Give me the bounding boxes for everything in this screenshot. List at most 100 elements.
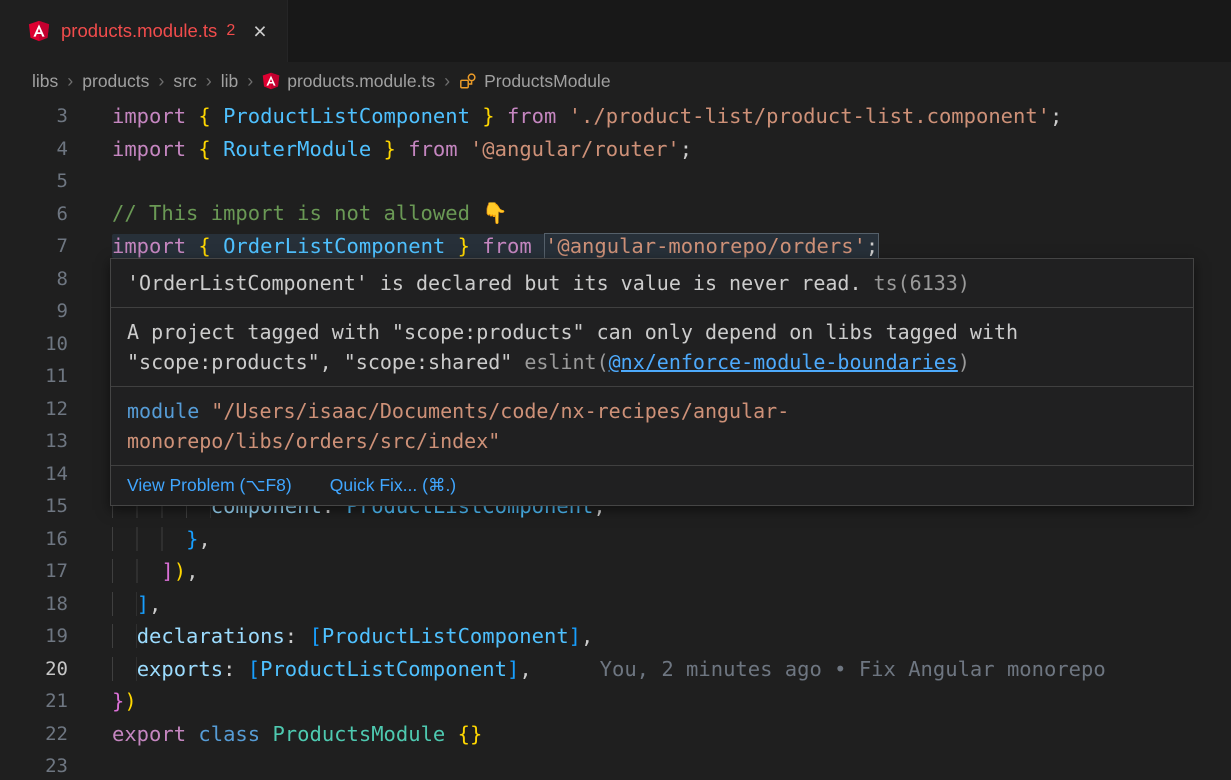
line-number[interactable]: 20 (0, 658, 68, 680)
code-line[interactable]: 19 declarations: [ProductListComponent], (0, 620, 1231, 653)
code-token (186, 137, 198, 161)
code-token (211, 104, 223, 128)
breadcrumb-item-libs[interactable]: libs (32, 71, 58, 92)
code-line[interactable]: 4import { RouterModule } from '@angular/… (0, 133, 1231, 166)
line-number[interactable]: 4 (0, 138, 68, 160)
code-line[interactable]: 21}) (0, 685, 1231, 718)
breadcrumb-label: src (173, 71, 196, 92)
code-token: "scope:products", "scope:shared" (127, 350, 512, 374)
code-token: ProductListComponent (322, 624, 569, 648)
line-content: ], (112, 592, 161, 616)
angular-icon (262, 72, 280, 90)
code-line[interactable]: 22export class ProductsModule {} (0, 718, 1231, 751)
line-number[interactable]: 22 (0, 723, 68, 745)
breadcrumb-separator: › (206, 71, 212, 92)
code-token: from (408, 137, 457, 161)
code-token: } (482, 104, 494, 128)
hover-line: "scope:products", "scope:shared" eslint(… (127, 347, 1177, 377)
code-token: eslint( (512, 350, 608, 374)
line-content: // This import is not allowed 👇 (112, 201, 508, 226)
breadcrumb-item-lib[interactable]: lib (221, 71, 239, 92)
line-number[interactable]: 5 (0, 170, 68, 192)
code-token (470, 234, 482, 258)
line-content: }) (112, 689, 137, 713)
angular-icon (28, 20, 50, 42)
code-token (112, 592, 137, 616)
editor: 3import { ProductListComponent } from '.… (0, 100, 1231, 780)
code-token: ) (124, 689, 136, 713)
code-token: './product-list/product-list.component' (569, 104, 1050, 128)
close-icon[interactable]: × (253, 20, 266, 43)
line-number[interactable]: 10 (0, 333, 68, 355)
hover-action[interactable]: View Problem (⌥F8) (127, 475, 292, 496)
line-number[interactable]: 13 (0, 430, 68, 452)
line-number[interactable]: 6 (0, 203, 68, 225)
breadcrumb-label: lib (221, 71, 239, 92)
line-number[interactable]: 3 (0, 105, 68, 127)
line-number[interactable]: 15 (0, 495, 68, 517)
hover-popup: 'OrderListComponent' is declared but its… (110, 258, 1194, 506)
code-line[interactable]: 18 ], (0, 588, 1231, 621)
line-number[interactable]: 21 (0, 690, 68, 712)
code-line[interactable]: 5 (0, 165, 1231, 198)
line-number[interactable]: 16 (0, 528, 68, 550)
code-token: export (112, 722, 186, 746)
code-token: { (198, 104, 210, 128)
hover-action[interactable]: Quick Fix... (⌘.) (330, 475, 456, 496)
code-token (186, 234, 198, 258)
line-number[interactable]: 8 (0, 268, 68, 290)
breadcrumb-separator: › (158, 71, 164, 92)
code-token (112, 559, 161, 583)
breadcrumb: libs›products›src›lib›products.module.ts… (0, 62, 1231, 100)
line-number[interactable]: 14 (0, 463, 68, 485)
tab-title: products.module.ts (61, 20, 217, 42)
hover-status-bar: View Problem (⌥F8) Quick Fix... (⌘.) (111, 466, 1193, 505)
code-line[interactable]: 3import { ProductListComponent } from '.… (0, 100, 1231, 133)
code-token: } (384, 137, 396, 161)
code-token: ; (680, 137, 692, 161)
code-token (445, 722, 457, 746)
line-content: declarations: [ProductListComponent], (112, 624, 593, 648)
code-token: , (198, 527, 210, 551)
code-token: 'OrderListComponent' is declared but its… (127, 271, 862, 295)
code-line[interactable]: 23 (0, 750, 1231, 780)
code-token: , (519, 657, 531, 681)
code-token: } (112, 689, 124, 713)
code-token: You, 2 minutes ago • Fix Angular monorep… (600, 657, 1106, 681)
line-number[interactable]: 18 (0, 593, 68, 615)
code-line[interactable]: 6 // This import is not allowed 👇 (0, 198, 1231, 231)
breadcrumb-item-products-module-ts[interactable]: products.module.ts (262, 71, 435, 92)
code-line[interactable]: 17 ]), (0, 555, 1231, 588)
class-icon (459, 72, 477, 90)
line-number[interactable]: 7 (0, 235, 68, 257)
breadcrumb-label: products (82, 71, 149, 92)
breadcrumb-label: products.module.ts (287, 71, 435, 92)
hover-section: A project tagged with "scope:products" c… (111, 308, 1193, 387)
code-token (186, 104, 198, 128)
line-number[interactable]: 11 (0, 365, 68, 387)
hover-section: 'OrderListComponent' is declared but its… (111, 259, 1193, 308)
line-number[interactable]: 19 (0, 625, 68, 647)
code-token: [ (309, 624, 321, 648)
code-token: from (507, 104, 556, 128)
code-token: ; (866, 233, 879, 259)
line-number[interactable]: 9 (0, 300, 68, 322)
code-token: ] (569, 624, 581, 648)
tab-products-module[interactable]: products.module.ts 2 × (0, 0, 288, 62)
breadcrumb-item-src[interactable]: src (173, 71, 196, 92)
code-token: ) (958, 350, 970, 374)
code-line[interactable]: 16 }, (0, 523, 1231, 556)
code-line[interactable]: 20 exports: [ProductListComponent],You, … (0, 653, 1231, 686)
code-token: ) (174, 559, 186, 583)
code-token: } (186, 527, 198, 551)
eslint-rule-link[interactable]: @nx/enforce-module-boundaries (609, 350, 958, 374)
breadcrumb-item-products[interactable]: products (82, 71, 149, 92)
code-token: ] (161, 559, 173, 583)
breadcrumb-item-productsmodule[interactable]: ProductsModule (459, 71, 610, 92)
line-number[interactable]: 12 (0, 398, 68, 420)
code-token: ProductListComponent (260, 657, 507, 681)
breadcrumb-label: ProductsModule (484, 71, 610, 92)
line-number[interactable]: 17 (0, 560, 68, 582)
code-token: {} (458, 722, 483, 746)
line-number[interactable]: 23 (0, 755, 68, 777)
